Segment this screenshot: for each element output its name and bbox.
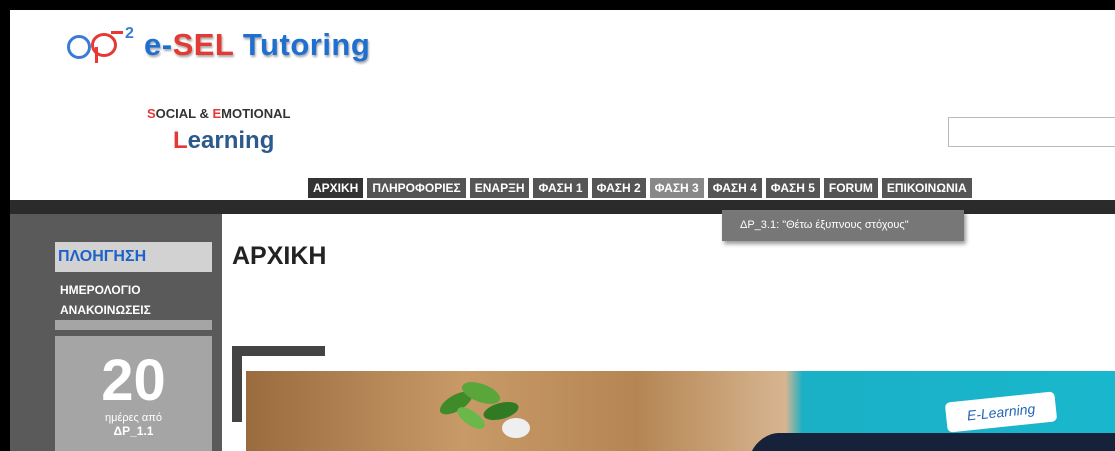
nav-item-info[interactable]: ΠΛΗΡΟΦΟΡΙΕΣ (367, 178, 466, 198)
sidebar-item-announcements[interactable]: ΑΝΑΚΟΙΝΩΣΕΙΣ (60, 303, 151, 317)
nav-item-phase-1[interactable]: ΦΑΣΗ 1 (533, 178, 588, 198)
learning-initial: L (173, 127, 188, 154)
nav-item-phase-3[interactable]: ΦΑΣΗ 3 (649, 178, 704, 198)
title-accent: SEL (172, 27, 234, 62)
site-title: e-SEL Tutoring (144, 27, 370, 63)
nav-item-start[interactable]: ΕΝΑΡΞΗ (469, 178, 530, 198)
sidebar-heading: ΠΛΟΗΓΗΣΗ (55, 242, 212, 272)
title-prefix: e- (144, 27, 173, 62)
logo-superscript: 2 (125, 25, 134, 42)
site-logo[interactable]: 2 e-SEL Tutoring (65, 20, 370, 70)
days-counter-value: 20 (101, 348, 166, 413)
nav-item-home[interactable]: ΑΡΧΙΚΗ (308, 178, 364, 198)
frame-decoration-left (232, 346, 242, 422)
learning-rest: earning (187, 127, 275, 154)
nav-item-phase-4[interactable]: ΦΑΣΗ 4 (707, 178, 762, 198)
e-learning-badge: E-Learning (944, 391, 1058, 433)
sidebar-item-calendar[interactable]: ΗΜΕΡΟΛΟΓΙΟ (60, 283, 141, 297)
nav-item-phase-2[interactable]: ΦΑΣΗ 2 (591, 178, 646, 198)
days-counter-reference: ΔΡ_1.1 (113, 424, 154, 438)
page-frame: 2 e-SEL Tutoring SOCIAL & EMOTIONAL Lear… (10, 10, 1115, 451)
subtitle-part1: OCIAL & (155, 106, 213, 121)
plant-illustration-icon (439, 382, 530, 438)
laptop-illustration (741, 433, 1115, 451)
sidebar: ΠΛΟΗΓΗΣΗ ΗΜΕΡΟΛΟΓΙΟ ΑΝΑΚΟΙΝΩΣΕΙΣ 20 ημέρ… (10, 214, 222, 451)
nav-item-phase-5[interactable]: ΦΑΣΗ 5 (765, 178, 820, 198)
subtitle-initial-s: S (147, 106, 156, 121)
banner-image: E-Learning (246, 371, 1115, 451)
dropdown-menu-item[interactable]: ΔΡ_3.1: "Θέτω έξυπνους στόχους" (722, 210, 964, 241)
main-nav: ΑΡΧΙΚΗ ΠΛΗΡΟΦΟΡΙΕΣ ΕΝΑΡΞΗ ΦΑΣΗ 1 ΦΑΣΗ 2 … (308, 178, 972, 198)
subtitle-initial-e: E (212, 106, 222, 121)
nav-item-contact[interactable]: ΕΠΙΚΟΙΝΩΝΙΑ (881, 178, 972, 198)
subtitle-part2: MOTIONAL (221, 106, 291, 121)
logo-mark-icon: 2 (65, 25, 140, 65)
site-learning-label: Learning (173, 127, 274, 155)
page-title: ΑΡΧΙΚΗ (232, 242, 327, 270)
days-counter-widget: 20 ημέρες από ΔΡ_1.1 (55, 336, 212, 451)
title-rest: Tutoring (233, 27, 371, 62)
sidebar-divider (55, 320, 212, 330)
frame-decoration-top (232, 346, 325, 356)
search-input[interactable] (948, 117, 1115, 147)
site-subtitle: SOCIAL & EMOTIONAL (147, 106, 291, 121)
nav-item-forum[interactable]: FORUM (823, 178, 878, 198)
